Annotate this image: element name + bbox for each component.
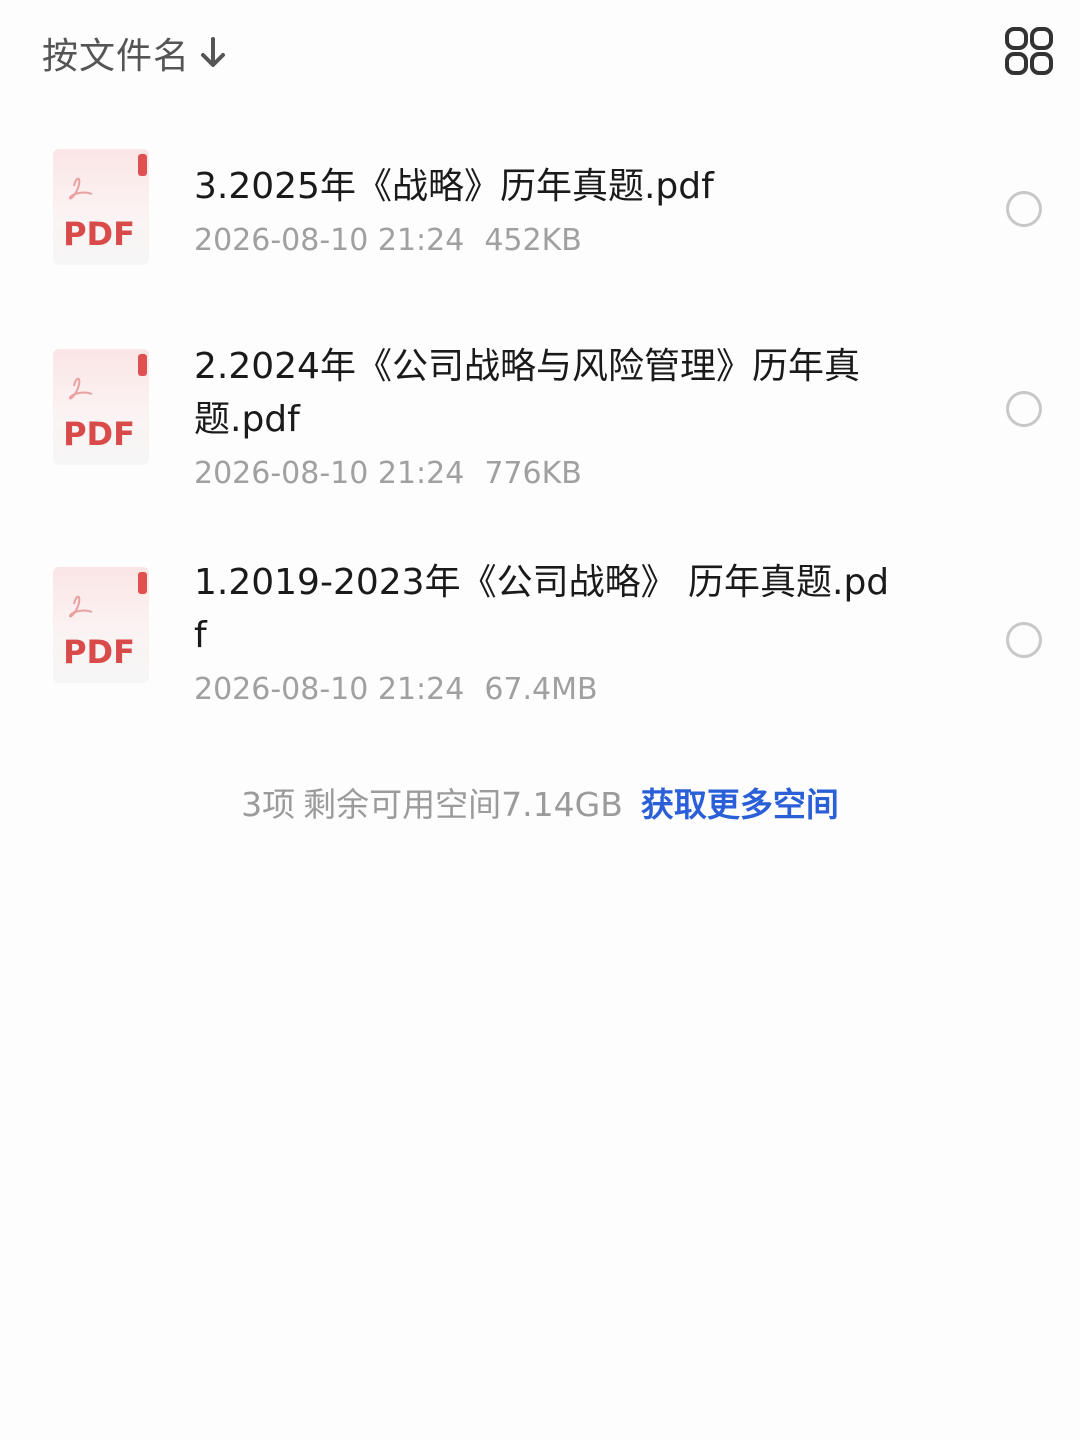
pdf-file-icon: PDF bbox=[52, 348, 150, 466]
file-row[interactable]: PDF 2.2024年《公司战略与风险管理》历年真题.pdf 2026-08-1… bbox=[0, 310, 1080, 528]
file-list: PDF 3.2025年《战略》历年真题.pdf 2026-08-10 21:24… bbox=[0, 110, 1080, 746]
file-size: 452KB bbox=[484, 223, 582, 258]
pdf-file-icon: PDF bbox=[52, 148, 150, 266]
sort-button[interactable]: 按文件名 bbox=[42, 26, 226, 80]
file-meta: 2026-08-10 21:24 67.4MB bbox=[194, 668, 914, 712]
file-date: 2026-08-10 21:24 bbox=[194, 456, 465, 491]
file-date: 2026-08-10 21:24 bbox=[194, 672, 465, 707]
select-radio[interactable] bbox=[1006, 622, 1042, 658]
file-date: 2026-08-10 21:24 bbox=[194, 223, 465, 258]
svg-text:PDF: PDF bbox=[63, 633, 135, 671]
file-info: 2.2024年《公司战略与风险管理》历年真题.pdf 2026-08-10 21… bbox=[194, 340, 914, 496]
file-info: 3.2025年《战略》历年真题.pdf 2026-08-10 21:24 452K… bbox=[194, 160, 914, 263]
remaining-space: 剩余可用空间7.14GB bbox=[303, 785, 623, 824]
file-info: 1.2019-2023年《公司战略》 历年真题.pdf 2026-08-10 2… bbox=[194, 556, 914, 712]
file-size: 776KB bbox=[484, 456, 582, 491]
get-more-space-link[interactable]: 获取更多空间 bbox=[641, 785, 839, 824]
sort-label: 按文件名 bbox=[42, 36, 191, 77]
arrow-down-icon bbox=[200, 37, 226, 69]
file-name: 3.2025年《战略》历年真题.pdf bbox=[194, 166, 714, 207]
svg-text:PDF: PDF bbox=[63, 215, 135, 253]
file-size: 67.4MB bbox=[484, 672, 598, 707]
svg-text:PDF: PDF bbox=[63, 415, 135, 453]
select-radio[interactable] bbox=[1006, 191, 1042, 227]
file-meta: 2026-08-10 21:24 452KB bbox=[194, 219, 914, 263]
file-meta: 2026-08-10 21:24 776KB bbox=[194, 452, 914, 496]
file-name: 2.2024年《公司战略与风险管理》历年真题.pdf bbox=[194, 346, 860, 440]
pdf-file-icon: PDF bbox=[52, 566, 150, 684]
storage-footer: 3项 剩余可用空间7.14GB 获取更多空间 bbox=[0, 780, 1080, 830]
file-row[interactable]: PDF 3.2025年《战略》历年真题.pdf 2026-08-10 21:24… bbox=[0, 110, 1080, 310]
item-count: 3项 bbox=[241, 785, 296, 824]
file-name: 1.2019-2023年《公司战略》 历年真题.pdf bbox=[194, 562, 890, 656]
file-row[interactable]: PDF 1.2019-2023年《公司战略》 历年真题.pdf 2026-08-… bbox=[0, 528, 1080, 746]
toolbar: 按文件名 bbox=[0, 0, 1080, 110]
select-radio[interactable] bbox=[1006, 391, 1042, 427]
grid-view-icon[interactable] bbox=[1004, 26, 1054, 76]
